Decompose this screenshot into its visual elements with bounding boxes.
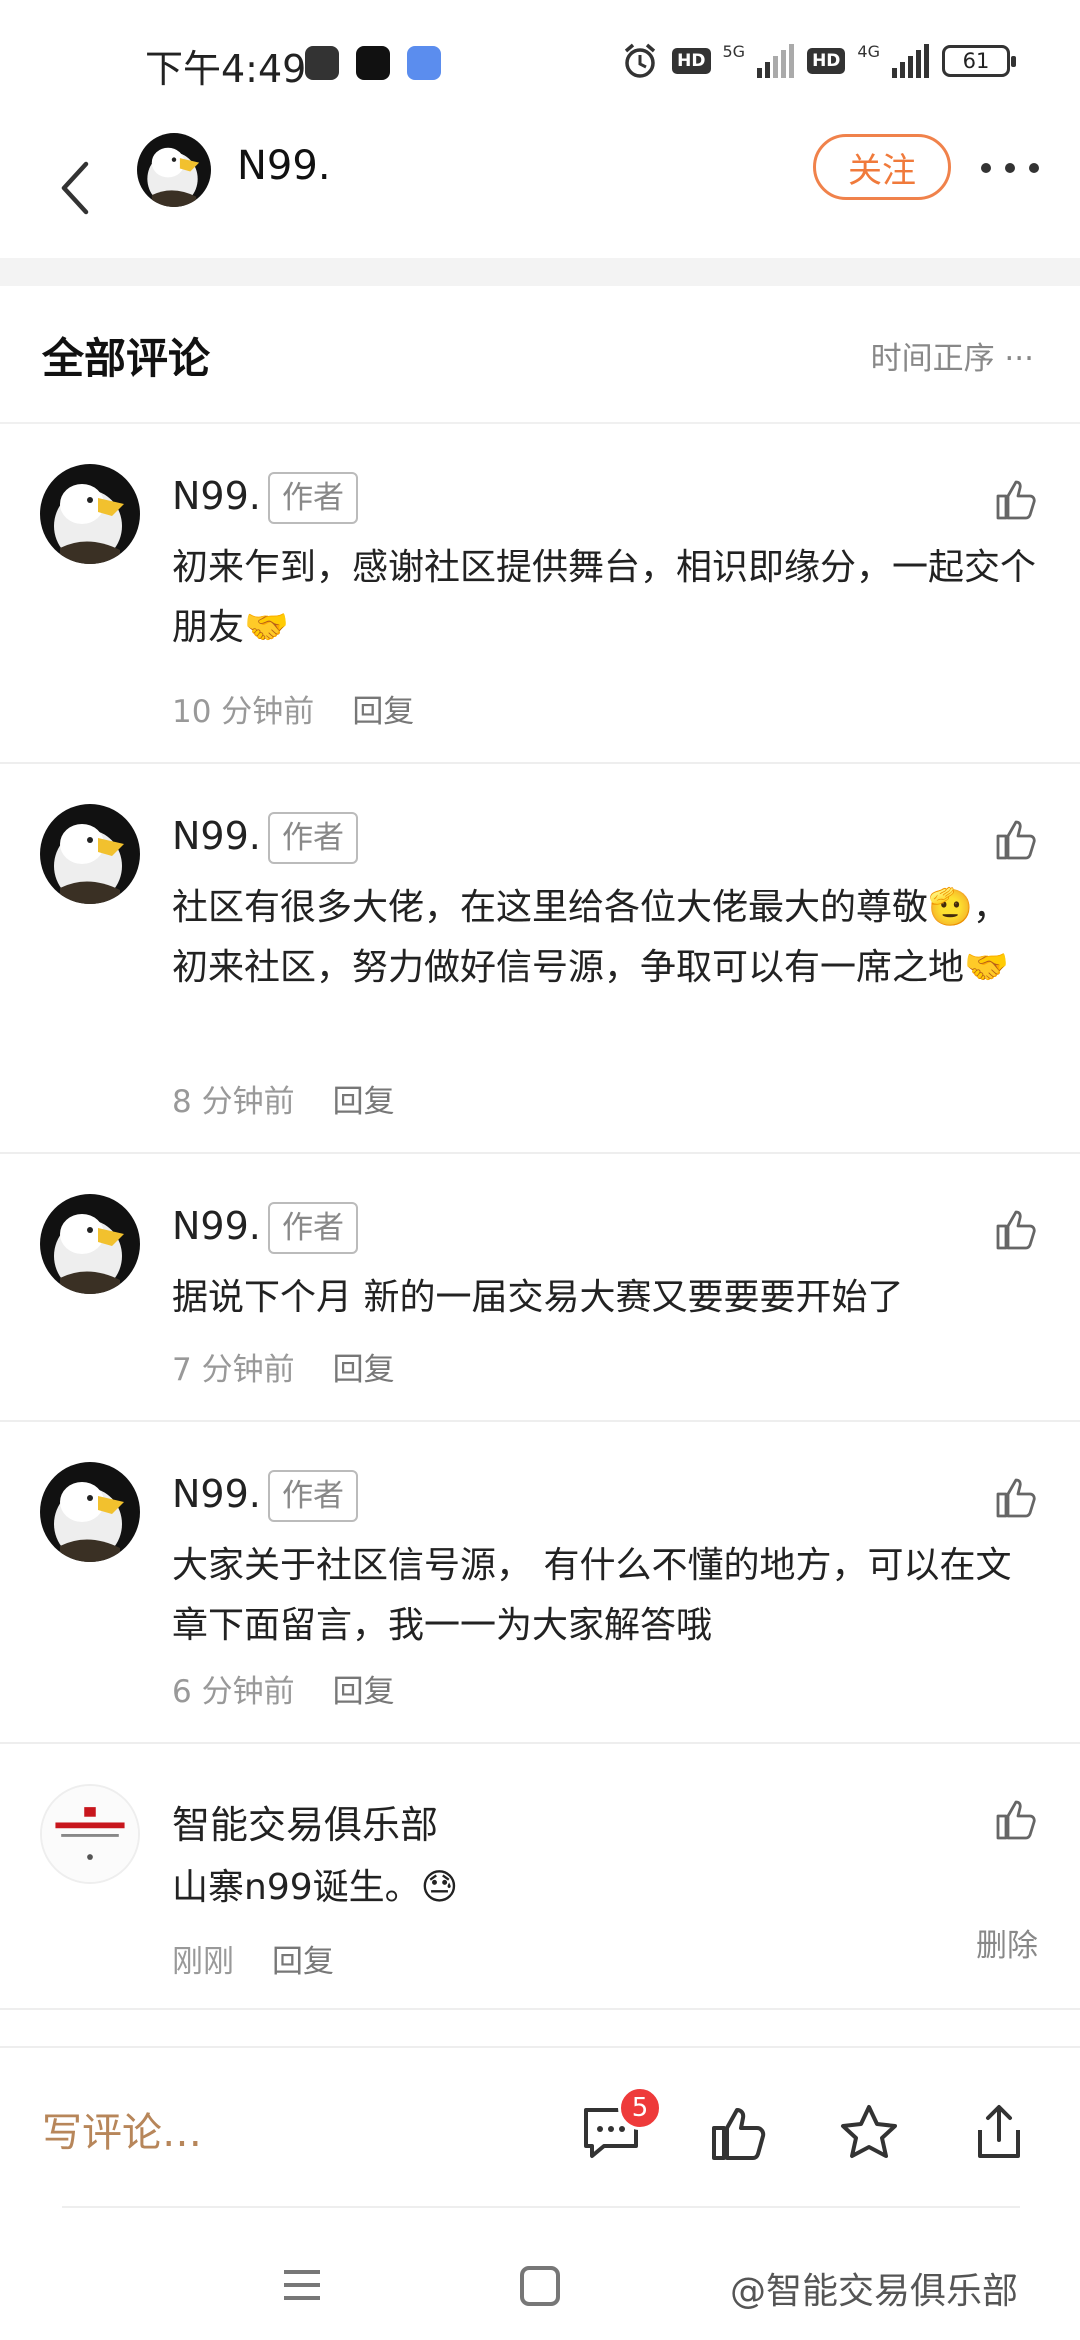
- section-divider: [0, 258, 1080, 286]
- comment-item: N99. 作者 初来乍到，感谢社区提供舞台，相识即缘分，一起交个朋友🤝 10 分…: [0, 424, 1080, 764]
- watermark: @智能交易俱乐部: [730, 2271, 1019, 2312]
- more-icon[interactable]: [975, 148, 1045, 188]
- reply-button[interactable]: 回复: [272, 1944, 334, 1980]
- comment-item: N99. 作者 大家关于社区信号源， 有什么不懂的地方，可以在文章下面留言，我一…: [0, 1422, 1080, 1744]
- delete-button[interactable]: 删除: [976, 1920, 1038, 1965]
- music-app-icon: [305, 46, 339, 80]
- author-avatar[interactable]: [137, 133, 211, 207]
- author-tag: 作者: [268, 812, 358, 864]
- commenter-avatar[interactable]: [40, 464, 140, 564]
- comment-text: 初来乍到，感谢社区提供舞台，相识即缘分，一起交个朋友🤝: [172, 547, 1037, 648]
- comment-meta: 10 分钟前 回复: [172, 686, 414, 731]
- comment-meta: 8 分钟前 回复: [172, 1076, 395, 1121]
- comment-text: 大家关于社区信号源， 有什么不懂的地方，可以在文章下面留言，我一一为大家解答哦: [172, 1545, 1012, 1646]
- menu-icon[interactable]: [282, 2268, 322, 2302]
- comment-meta: 6 分钟前 回复: [172, 1666, 395, 1711]
- commenter-avatar[interactable]: [40, 1462, 140, 1562]
- club-avatar[interactable]: [40, 1784, 140, 1884]
- commenter-name[interactable]: N99.: [172, 474, 261, 518]
- signal-icon-2: [892, 44, 929, 78]
- like-icon[interactable]: [994, 1796, 1040, 1842]
- sort-order-button[interactable]: 时间正序 ···: [871, 333, 1034, 378]
- reply-button[interactable]: 回复: [333, 1352, 395, 1388]
- reply-button[interactable]: 回复: [333, 1084, 395, 1120]
- system-nav-bar: @智能交易俱乐部: [0, 2206, 1080, 2340]
- hd-badge: HD: [672, 48, 711, 74]
- comment-text: 据说下个月 新的一届交易大赛又要要要开始了: [172, 1277, 904, 1318]
- star-icon[interactable]: [838, 2102, 900, 2164]
- comment-time: 8 分钟前: [172, 1084, 295, 1120]
- network-type: 5G: [722, 41, 746, 61]
- like-icon[interactable]: [994, 816, 1040, 862]
- follow-button[interactable]: 关注: [813, 134, 951, 200]
- comment-time: 刚刚: [172, 1944, 234, 1980]
- commenter-name[interactable]: N99.: [172, 1204, 261, 1248]
- comment-text: 山寨n99诞生。😓: [172, 1867, 459, 1908]
- commenter-name[interactable]: N99.: [172, 814, 261, 858]
- comment-item: N99. 作者 社区有很多大佬，在这里给各位大佬最大的尊敬🫡，初来社区，努力做好…: [0, 764, 1080, 1154]
- reply-button[interactable]: 回复: [333, 1674, 395, 1710]
- like-icon[interactable]: [708, 2102, 770, 2164]
- home-icon[interactable]: [520, 2266, 560, 2306]
- share-icon[interactable]: [968, 2102, 1030, 2164]
- bottom-action-bar: 写评论… 5: [0, 2046, 1080, 2206]
- nav-divider: [62, 2206, 1020, 2208]
- like-icon[interactable]: [994, 1474, 1040, 1520]
- commenter-name[interactable]: 智能交易俱乐部: [172, 1794, 438, 1849]
- commenter-avatar[interactable]: [40, 804, 140, 904]
- comment-time: 10 分钟前: [172, 694, 315, 730]
- like-icon[interactable]: [994, 1206, 1040, 1252]
- author-name[interactable]: N99.: [237, 143, 331, 189]
- comment-meta: 刚刚 回复: [172, 1936, 334, 1981]
- status-time: 下午4:49: [145, 47, 307, 91]
- comment-count-badge: 5: [618, 2086, 662, 2130]
- comment-time: 7 分钟前: [172, 1352, 295, 1388]
- top-nav: N99. 关注: [0, 120, 1080, 260]
- hd-badge-2: HD: [807, 48, 846, 74]
- back-icon[interactable]: [50, 142, 110, 232]
- comment-time: 6 分钟前: [172, 1674, 295, 1710]
- commenter-name[interactable]: N99.: [172, 1472, 261, 1516]
- author-tag: 作者: [268, 1470, 358, 1522]
- comments-heading: 全部评论: [42, 334, 211, 383]
- network-type-2: 4G: [857, 41, 880, 61]
- author-tag: 作者: [268, 1202, 358, 1254]
- commenter-avatar[interactable]: [40, 1194, 140, 1294]
- like-icon[interactable]: [994, 476, 1040, 522]
- comment-item: N99. 作者 据说下个月 新的一届交易大赛又要要要开始了 7 分钟前 回复: [0, 1154, 1080, 1422]
- write-comment-input[interactable]: 写评论…: [42, 2100, 202, 2158]
- signal-icon: [757, 44, 795, 78]
- comment-item: 智能交易俱乐部 山寨n99诞生。😓 刚刚 回复 删除: [0, 1744, 1080, 2010]
- comment-meta: 7 分钟前 回复: [172, 1344, 395, 1389]
- bot-app-icon: [407, 46, 441, 80]
- status-bar: 下午4:49 HD 5G HD 4G 61: [0, 0, 1080, 120]
- reply-button[interactable]: 回复: [352, 694, 414, 730]
- author-tag: 作者: [268, 472, 358, 524]
- battery-level: 61: [962, 49, 990, 73]
- battery-icon: 61: [942, 45, 1016, 77]
- audio-app-icon: [356, 46, 390, 80]
- alarm-icon: [625, 43, 656, 78]
- comment-text: 社区有很多大佬，在这里给各位大佬最大的尊敬🫡，初来社区，努力做好信号源，争取可以…: [172, 887, 1009, 988]
- status-indicators: HD 5G HD 4G 61: [620, 40, 1016, 82]
